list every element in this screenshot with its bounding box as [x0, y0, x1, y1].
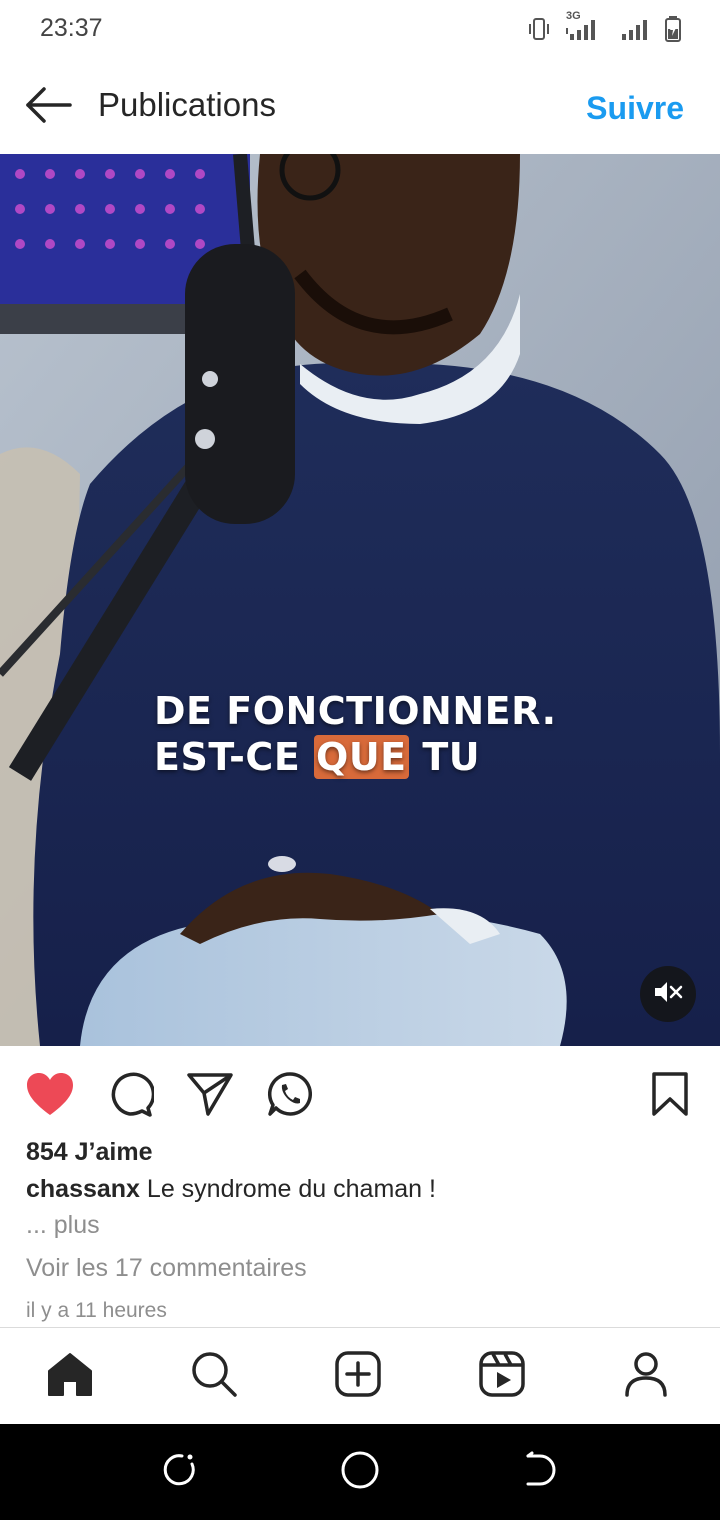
caption-highlight: QUE — [314, 735, 409, 779]
status-bar: 23:37 3G — [0, 0, 720, 62]
comment-button[interactable] — [104, 1070, 156, 1122]
caption-line-2-start: EST-CE — [154, 735, 315, 779]
follow-button[interactable]: Suivre — [586, 90, 684, 127]
search-icon — [190, 1350, 238, 1403]
arrow-left-icon — [24, 85, 72, 130]
whatsapp-icon — [266, 1070, 314, 1123]
speaker-muted-icon — [653, 980, 683, 1009]
system-back-button[interactable] — [518, 1450, 562, 1494]
bottom-nav — [0, 1327, 720, 1424]
heart-filled-icon — [25, 1071, 75, 1122]
video-frame — [0, 154, 720, 1046]
network-label: 3G — [566, 9, 581, 22]
video-caption: DE FONCTIONNER. EST-CE QUE TU — [154, 688, 557, 780]
post-video[interactable]: DE FONCTIONNER. EST-CE QUE TU — [0, 154, 720, 1046]
caption-line-2-end: TU — [408, 735, 481, 779]
nav-home[interactable] — [44, 1350, 96, 1402]
header: Publications Suivre — [0, 62, 720, 154]
profile-icon — [622, 1350, 670, 1403]
post-actions — [0, 1046, 720, 1142]
more-link[interactable]: ... plus — [26, 1211, 100, 1240]
recents-icon — [160, 1450, 200, 1495]
battery-icon — [664, 15, 682, 48]
nav-create[interactable] — [332, 1350, 384, 1402]
nav-reels[interactable] — [476, 1350, 528, 1402]
reels-icon — [478, 1350, 526, 1403]
page-title: Publications — [98, 86, 276, 123]
nav-profile[interactable] — [620, 1350, 672, 1402]
post-username[interactable]: chassanx — [26, 1175, 140, 1203]
like-count[interactable]: 854 J’aime — [26, 1138, 153, 1167]
home-circle-icon — [339, 1449, 381, 1496]
status-icons: 3G — [526, 10, 682, 48]
create-icon — [334, 1350, 382, 1403]
back-button[interactable] — [22, 84, 74, 130]
whatsapp-button[interactable] — [264, 1070, 316, 1122]
mute-button[interactable] — [640, 966, 696, 1022]
bookmark-icon — [650, 1071, 690, 1122]
caption-line-2: EST-CE QUE TU — [154, 734, 557, 780]
system-recents-button[interactable] — [158, 1450, 202, 1494]
caption-line-1: DE FONCTIONNER. — [154, 689, 557, 733]
signal-icon — [620, 16, 650, 47]
send-icon — [186, 1071, 234, 1122]
home-icon — [46, 1351, 94, 1402]
signal-icon: 3G — [566, 10, 606, 47]
vibrate-icon — [526, 16, 552, 47]
post-caption-text: Le syndrome du chaman ! — [139, 1175, 436, 1203]
status-time: 23:37 — [40, 14, 103, 42]
post-caption: chassanx Le syndrome du chaman ! — [26, 1175, 436, 1204]
post-timestamp: il y a 11 heures — [26, 1299, 167, 1322]
like-button[interactable] — [24, 1070, 76, 1122]
view-comments-link[interactable]: Voir les 17 commentaires — [26, 1254, 307, 1283]
back-icon — [520, 1450, 560, 1495]
system-home-button[interactable] — [338, 1450, 382, 1494]
system-nav — [0, 1424, 720, 1520]
nav-search[interactable] — [188, 1350, 240, 1402]
share-button[interactable] — [184, 1070, 236, 1122]
save-button[interactable] — [644, 1070, 696, 1122]
comment-icon — [106, 1070, 156, 1123]
